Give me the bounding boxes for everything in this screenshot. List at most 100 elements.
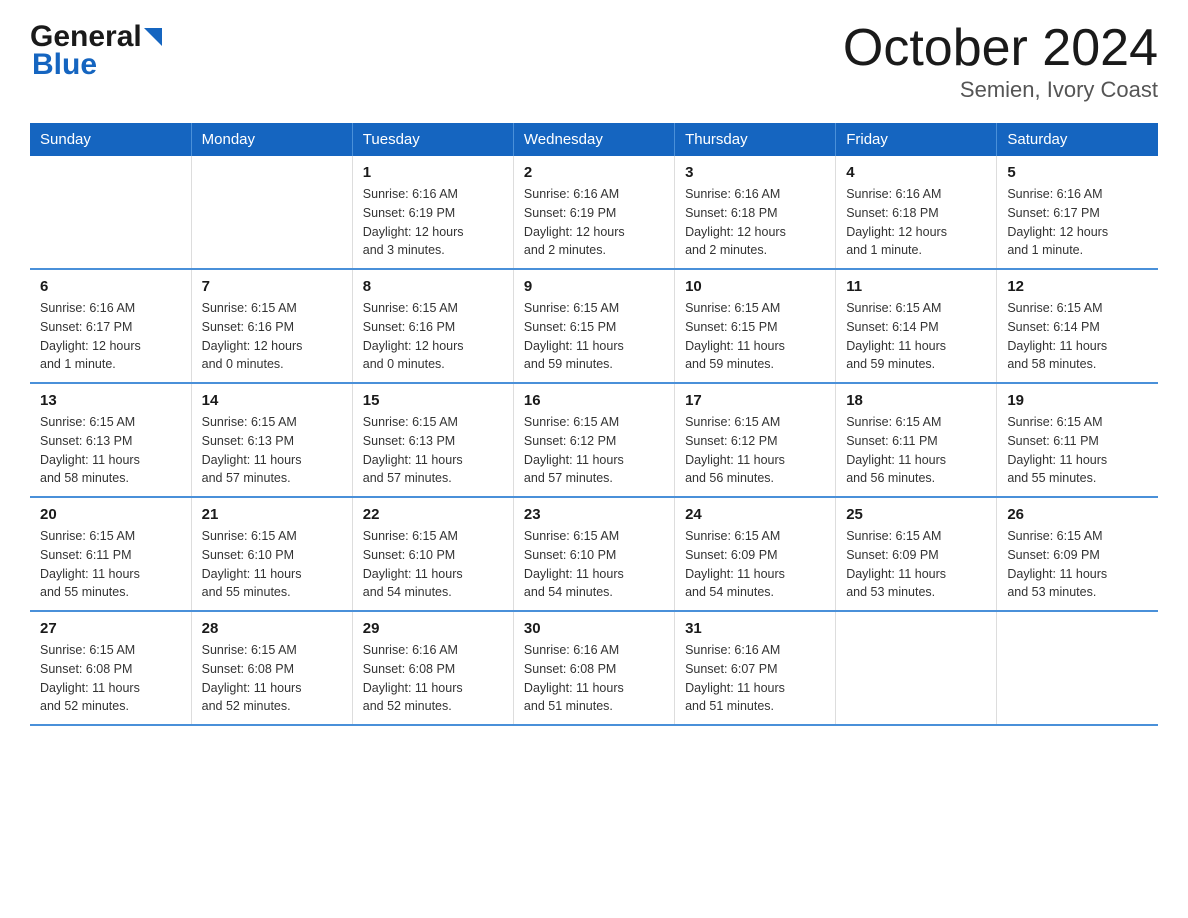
week-row-5: 27 Sunrise: 6:15 AM Sunset: 6:08 PM Dayli…: [30, 611, 1158, 725]
logo-triangle-icon: [144, 24, 166, 46]
logo-blue-text: Blue: [32, 48, 97, 82]
day-info: Sunrise: 6:16 AM Sunset: 6:19 PM Dayligh…: [363, 185, 503, 260]
header: General Blue October 2024 Semien, Ivory …: [30, 20, 1158, 103]
day-info: Sunrise: 6:15 AM Sunset: 6:12 PM Dayligh…: [524, 413, 664, 488]
day-cell: 9 Sunrise: 6:15 AM Sunset: 6:15 PM Daylig…: [513, 269, 674, 383]
day-number: 9: [524, 278, 664, 295]
day-number: 8: [363, 278, 503, 295]
day-info: Sunrise: 6:15 AM Sunset: 6:10 PM Dayligh…: [363, 527, 503, 602]
day-info: Sunrise: 6:15 AM Sunset: 6:08 PM Dayligh…: [40, 641, 181, 716]
day-info: Sunrise: 6:15 AM Sunset: 6:08 PM Dayligh…: [202, 641, 342, 716]
calendar-table: SundayMondayTuesdayWednesdayThursdayFrid…: [30, 123, 1158, 726]
day-number: 26: [1007, 506, 1148, 523]
day-cell: 27 Sunrise: 6:15 AM Sunset: 6:08 PM Dayli…: [30, 611, 191, 725]
day-cell: 14 Sunrise: 6:15 AM Sunset: 6:13 PM Dayli…: [191, 383, 352, 497]
day-cell: [30, 156, 191, 269]
day-cell: 1 Sunrise: 6:16 AM Sunset: 6:19 PM Daylig…: [352, 156, 513, 269]
day-number: 25: [846, 506, 986, 523]
week-row-4: 20Sunrise: 6:15 AM Sunset: 6:11 PM Dayli…: [30, 497, 1158, 611]
day-info: Sunrise: 6:16 AM Sunset: 6:08 PM Dayligh…: [524, 641, 664, 716]
day-cell: 30 Sunrise: 6:16 AM Sunset: 6:08 PM Dayli…: [513, 611, 674, 725]
day-number: 24: [685, 506, 825, 523]
day-info: Sunrise: 6:15 AM Sunset: 6:13 PM Dayligh…: [202, 413, 342, 488]
day-number: 22: [363, 506, 503, 523]
day-info: Sunrise: 6:15 AM Sunset: 6:10 PM Dayligh…: [202, 527, 342, 602]
weekday-header-sunday: Sunday: [30, 123, 191, 156]
day-cell: [836, 611, 997, 725]
day-cell: 5Sunrise: 6:16 AM Sunset: 6:17 PM Daylig…: [997, 156, 1158, 269]
day-info: Sunrise: 6:15 AM Sunset: 6:11 PM Dayligh…: [1007, 413, 1148, 488]
day-cell: 16 Sunrise: 6:15 AM Sunset: 6:12 PM Dayli…: [513, 383, 674, 497]
day-cell: 28 Sunrise: 6:15 AM Sunset: 6:08 PM Dayli…: [191, 611, 352, 725]
day-info: Sunrise: 6:15 AM Sunset: 6:11 PM Dayligh…: [846, 413, 986, 488]
week-row-2: 6Sunrise: 6:16 AM Sunset: 6:17 PM Daylig…: [30, 269, 1158, 383]
day-info: Sunrise: 6:15 AM Sunset: 6:16 PM Dayligh…: [363, 299, 503, 374]
day-cell: 13Sunrise: 6:15 AM Sunset: 6:13 PM Dayli…: [30, 383, 191, 497]
day-info: Sunrise: 6:15 AM Sunset: 6:12 PM Dayligh…: [685, 413, 825, 488]
day-info: Sunrise: 6:15 AM Sunset: 6:14 PM Dayligh…: [1007, 299, 1148, 374]
day-info: Sunrise: 6:16 AM Sunset: 6:08 PM Dayligh…: [363, 641, 503, 716]
day-cell: 26 Sunrise: 6:15 AM Sunset: 6:09 PM Dayli…: [997, 497, 1158, 611]
day-cell: 19 Sunrise: 6:15 AM Sunset: 6:11 PM Dayli…: [997, 383, 1158, 497]
day-info: Sunrise: 6:16 AM Sunset: 6:18 PM Dayligh…: [846, 185, 986, 260]
day-cell: 15 Sunrise: 6:15 AM Sunset: 6:13 PM Dayli…: [352, 383, 513, 497]
title-section: October 2024 Semien, Ivory Coast: [843, 20, 1158, 103]
day-cell: [997, 611, 1158, 725]
day-number: 2: [524, 164, 664, 181]
day-number: 28: [202, 620, 342, 637]
day-cell: 6Sunrise: 6:16 AM Sunset: 6:17 PM Daylig…: [30, 269, 191, 383]
day-number: 16: [524, 392, 664, 409]
day-number: 1: [363, 164, 503, 181]
day-cell: 24Sunrise: 6:15 AM Sunset: 6:09 PM Dayli…: [675, 497, 836, 611]
day-number: 27: [40, 620, 181, 637]
day-info: Sunrise: 6:15 AM Sunset: 6:09 PM Dayligh…: [1007, 527, 1148, 602]
day-info: Sunrise: 6:16 AM Sunset: 6:07 PM Dayligh…: [685, 641, 825, 716]
day-number: 21: [202, 506, 342, 523]
day-number: 18: [846, 392, 986, 409]
day-info: Sunrise: 6:15 AM Sunset: 6:14 PM Dayligh…: [846, 299, 986, 374]
day-info: Sunrise: 6:15 AM Sunset: 6:15 PM Dayligh…: [524, 299, 664, 374]
weekday-header-monday: Monday: [191, 123, 352, 156]
day-info: Sunrise: 6:15 AM Sunset: 6:10 PM Dayligh…: [524, 527, 664, 602]
day-cell: 7 Sunrise: 6:15 AM Sunset: 6:16 PM Daylig…: [191, 269, 352, 383]
day-info: Sunrise: 6:16 AM Sunset: 6:19 PM Dayligh…: [524, 185, 664, 260]
day-number: 12: [1007, 278, 1148, 295]
day-info: Sunrise: 6:16 AM Sunset: 6:17 PM Dayligh…: [1007, 185, 1148, 260]
day-number: 31: [685, 620, 825, 637]
day-number: 30: [524, 620, 664, 637]
day-number: 14: [202, 392, 342, 409]
day-info: Sunrise: 6:15 AM Sunset: 6:16 PM Dayligh…: [202, 299, 342, 374]
day-cell: 10Sunrise: 6:15 AM Sunset: 6:15 PM Dayli…: [675, 269, 836, 383]
day-cell: 3Sunrise: 6:16 AM Sunset: 6:18 PM Daylig…: [675, 156, 836, 269]
day-number: 29: [363, 620, 503, 637]
calendar-body: 1 Sunrise: 6:16 AM Sunset: 6:19 PM Daylig…: [30, 156, 1158, 725]
weekday-header-friday: Friday: [836, 123, 997, 156]
day-number: 15: [363, 392, 503, 409]
day-number: 7: [202, 278, 342, 295]
day-number: 20: [40, 506, 181, 523]
day-cell: 20Sunrise: 6:15 AM Sunset: 6:11 PM Dayli…: [30, 497, 191, 611]
day-number: 19: [1007, 392, 1148, 409]
day-number: 23: [524, 506, 664, 523]
day-cell: 8 Sunrise: 6:15 AM Sunset: 6:16 PM Daylig…: [352, 269, 513, 383]
weekday-header-row: SundayMondayTuesdayWednesdayThursdayFrid…: [30, 123, 1158, 156]
day-info: Sunrise: 6:15 AM Sunset: 6:13 PM Dayligh…: [363, 413, 503, 488]
calendar-header: SundayMondayTuesdayWednesdayThursdayFrid…: [30, 123, 1158, 156]
weekday-header-wednesday: Wednesday: [513, 123, 674, 156]
day-cell: 23 Sunrise: 6:15 AM Sunset: 6:10 PM Dayli…: [513, 497, 674, 611]
week-row-1: 1 Sunrise: 6:16 AM Sunset: 6:19 PM Daylig…: [30, 156, 1158, 269]
day-cell: 17 Sunrise: 6:15 AM Sunset: 6:12 PM Dayli…: [675, 383, 836, 497]
day-info: Sunrise: 6:16 AM Sunset: 6:17 PM Dayligh…: [40, 299, 181, 374]
day-number: 11: [846, 278, 986, 295]
day-cell: 4Sunrise: 6:16 AM Sunset: 6:18 PM Daylig…: [836, 156, 997, 269]
day-number: 13: [40, 392, 181, 409]
day-info: Sunrise: 6:15 AM Sunset: 6:09 PM Dayligh…: [846, 527, 986, 602]
weekday-header-thursday: Thursday: [675, 123, 836, 156]
day-number: 10: [685, 278, 825, 295]
day-cell: 2 Sunrise: 6:16 AM Sunset: 6:19 PM Daylig…: [513, 156, 674, 269]
day-cell: 31 Sunrise: 6:16 AM Sunset: 6:07 PM Dayli…: [675, 611, 836, 725]
day-cell: 29 Sunrise: 6:16 AM Sunset: 6:08 PM Dayli…: [352, 611, 513, 725]
day-number: 17: [685, 392, 825, 409]
logo: General Blue: [30, 20, 166, 82]
month-title: October 2024: [843, 20, 1158, 77]
